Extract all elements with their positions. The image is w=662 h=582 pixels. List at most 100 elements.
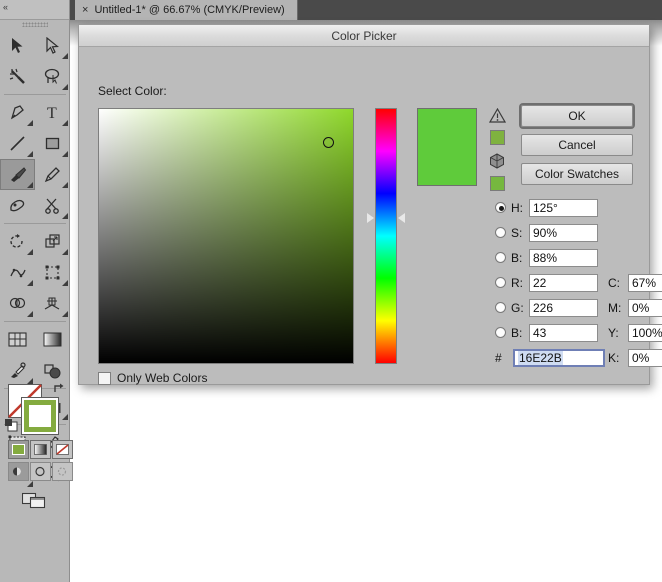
- ok-button[interactable]: OK: [521, 105, 633, 127]
- color-selection-ring[interactable]: [323, 137, 334, 148]
- lasso-tool[interactable]: [35, 61, 70, 92]
- input-c[interactable]: 67%: [628, 273, 662, 292]
- collapse-panel-icon[interactable]: «: [3, 2, 8, 12]
- change-screen-mode-button[interactable]: [21, 490, 48, 515]
- tools-panel[interactable]: « T: [0, 0, 73, 582]
- perspective-grid-tool[interactable]: [35, 288, 70, 319]
- web-safe-swatch[interactable]: [490, 176, 505, 191]
- close-icon[interactable]: ×: [82, 4, 88, 16]
- label-c: C:: [608, 275, 620, 290]
- color-picker-dialog: Color Picker Select Color: OK Cancel Col…: [78, 24, 662, 385]
- dialog-body: Select Color: OK Cancel Color Swatches H…: [79, 47, 662, 385]
- field-row-b-blue: B: 43: [495, 320, 605, 345]
- tools-panel-header: «: [0, 0, 69, 20]
- tool-more-indicator: [27, 311, 33, 317]
- input-h[interactable]: 125°: [529, 198, 598, 217]
- out-of-gamut-swatch[interactable]: [490, 130, 505, 145]
- tool-more-indicator: [62, 120, 68, 126]
- paintbrush-tool[interactable]: [0, 159, 35, 190]
- input-hex[interactable]: 16E22B: [513, 348, 605, 367]
- input-y[interactable]: 100%: [628, 323, 662, 342]
- input-m[interactable]: 0%: [628, 298, 662, 317]
- color-preview-swatch: [417, 108, 477, 186]
- dialog-buttons: OK Cancel Color Swatches: [521, 105, 633, 192]
- rotate-tool[interactable]: [0, 226, 35, 257]
- scale-tool[interactable]: [35, 226, 70, 257]
- rectangle-tool[interactable]: [35, 128, 70, 159]
- input-b-brightness[interactable]: 88%: [529, 248, 598, 267]
- color-mode-button[interactable]: [8, 440, 29, 459]
- tool-more-indicator: [27, 481, 33, 487]
- swap-fill-stroke-icon[interactable]: [52, 382, 66, 401]
- input-s[interactable]: 90%: [529, 223, 598, 242]
- eraser-scissors-tool[interactable]: [35, 190, 70, 221]
- panel-drag-handle[interactable]: [22, 22, 48, 27]
- document-tab[interactable]: × Untitled-1* @ 66.67% (CMYK/Preview): [75, 0, 298, 20]
- toolbar-divider: [4, 94, 66, 95]
- free-transform-tool[interactable]: [35, 257, 70, 288]
- radio-r[interactable]: [495, 277, 506, 288]
- hue-slider[interactable]: [375, 108, 397, 364]
- select-color-label: Select Color:: [98, 84, 167, 98]
- svg-text:T: T: [47, 105, 57, 121]
- blob-brush-tool[interactable]: [0, 190, 35, 221]
- tool-more-indicator: [62, 249, 68, 255]
- tool-more-indicator: [62, 280, 68, 286]
- field-row-b: B: 88%: [495, 245, 605, 270]
- tool-more-indicator: [62, 213, 68, 219]
- gradient-tool[interactable]: [35, 324, 70, 355]
- fill-swatch-inner: [32, 408, 48, 424]
- gamut-warning-column: [488, 107, 511, 199]
- type-tool[interactable]: T: [35, 97, 70, 128]
- color-swatches-button[interactable]: Color Swatches: [521, 163, 633, 185]
- input-k[interactable]: 0%: [628, 348, 662, 367]
- fill-swatch[interactable]: [21, 397, 59, 435]
- radio-b-blue[interactable]: [495, 327, 506, 338]
- saturation-brightness-field[interactable]: [98, 108, 354, 364]
- field-row-s: S: 90%: [495, 220, 605, 245]
- label-r: R:: [511, 275, 523, 290]
- none-mode-button[interactable]: [52, 440, 73, 459]
- width-warp-tool[interactable]: [0, 257, 35, 288]
- shape-builder-tool[interactable]: [0, 288, 35, 319]
- pen-tool[interactable]: [0, 97, 35, 128]
- fill-mode-buttons: [8, 440, 73, 459]
- direct-selection-tool[interactable]: [35, 30, 70, 61]
- dialog-title: Color Picker: [331, 28, 397, 43]
- radio-s[interactable]: [495, 227, 506, 238]
- gradient-mode-button[interactable]: [30, 440, 51, 459]
- field-row-y: Y: 100%: [608, 320, 662, 345]
- out-of-gamut-warning-icon[interactable]: [488, 107, 511, 128]
- label-b-blue: B:: [511, 325, 523, 340]
- default-fill-stroke-icon[interactable]: [4, 418, 18, 437]
- label-s: S:: [511, 225, 523, 240]
- selection-tool[interactable]: [0, 30, 35, 61]
- cmyk-fields: C: 67% M: 0% Y: 100% K: 0%: [608, 270, 662, 370]
- label-k: K:: [608, 350, 620, 365]
- draw-normal-button[interactable]: [8, 462, 29, 481]
- pencil-tool[interactable]: [35, 159, 70, 190]
- label-h: H:: [511, 200, 523, 215]
- magic-wand-tool[interactable]: [0, 61, 35, 92]
- mesh-tool[interactable]: [0, 324, 35, 355]
- input-b-blue[interactable]: 43: [529, 323, 598, 342]
- radio-h[interactable]: [495, 202, 506, 213]
- tool-more-indicator: [62, 311, 68, 317]
- document-tab-title: Untitled-1* @ 66.67% (CMYK/Preview): [94, 4, 285, 16]
- tool-more-indicator: [62, 84, 68, 90]
- field-row-g: G: 226: [495, 295, 605, 320]
- web-safe-cube-icon[interactable]: [489, 153, 511, 174]
- radio-b-brightness[interactable]: [495, 252, 506, 263]
- cancel-button[interactable]: Cancel: [521, 134, 633, 156]
- line-segment-tool[interactable]: [0, 128, 35, 159]
- input-r[interactable]: 22: [529, 273, 598, 292]
- hue-slider-marker-left[interactable]: [367, 213, 374, 223]
- draw-inside-button[interactable]: [52, 462, 73, 481]
- only-web-colors-checkbox[interactable]: [98, 371, 111, 385]
- only-web-colors-row[interactable]: Only Web Colors: [98, 371, 207, 385]
- input-g[interactable]: 226: [529, 298, 598, 317]
- radio-g[interactable]: [495, 302, 506, 313]
- hue-slider-marker-right[interactable]: [398, 213, 405, 223]
- draw-behind-button[interactable]: [30, 462, 51, 481]
- dialog-title-bar[interactable]: Color Picker: [79, 25, 649, 47]
